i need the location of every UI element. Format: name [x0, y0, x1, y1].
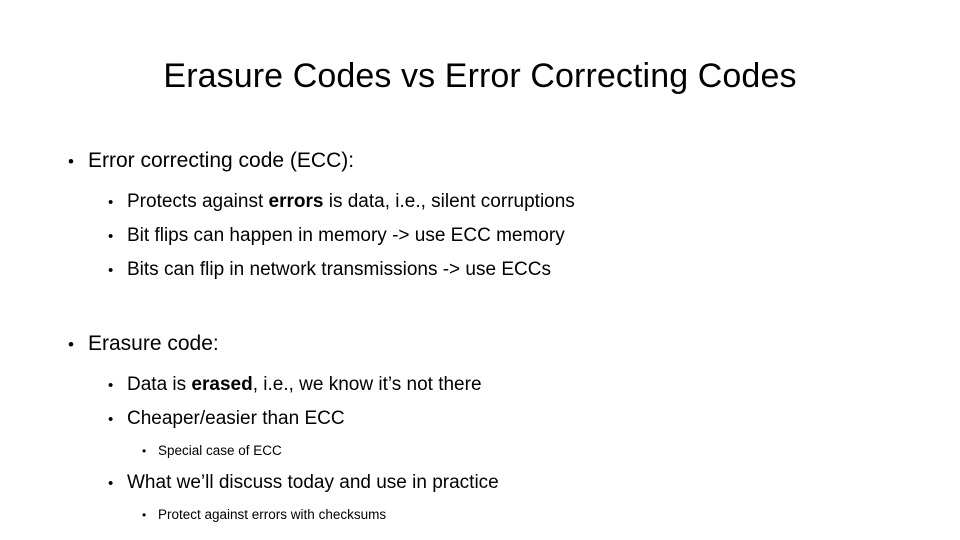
bullet-text-pre: Data is: [127, 374, 192, 395]
bullet-point-icon: •: [108, 475, 114, 492]
bullet-erasure-subitem-1: • Special case of ECC: [0, 436, 960, 466]
bullet-ecc-item-3: • Bits can flip in network transmissions…: [0, 253, 960, 287]
bullet-text-emphasis: erased: [191, 374, 253, 395]
slide: Erasure Codes vs Error Correcting Codes …: [0, 0, 960, 540]
bullet-ecc-heading: • Error correcting code (ECC):: [0, 146, 960, 177]
bullet-text-post: is data, i.e., silent corruptions: [323, 191, 575, 212]
bullet-text-pre: Protects against: [127, 191, 269, 212]
bullet-label: Error correcting code (ECC):: [88, 149, 355, 172]
slide-body: • Error correcting code (ECC): • Protect…: [0, 146, 960, 530]
bullet-erasure-subitem-2: • Protect against errors with checksums: [0, 500, 960, 530]
bullet-label: Special case of ECC: [158, 443, 282, 458]
bullet-text-post: , i.e., we know it’s not there: [252, 374, 482, 395]
bullet-label: Bit flips can happen in memory -> use EC…: [127, 225, 565, 246]
bullet-label: Protects against errors is data, i.e., s…: [127, 185, 575, 218]
bullet-label: Protect against errors with checksums: [158, 507, 387, 522]
bullet-erasure-heading: • Erasure code:: [0, 329, 960, 360]
bullet-ecc-item-1: • Protects against errors is data, i.e.,…: [0, 185, 960, 219]
bullet-point-icon: •: [108, 194, 114, 211]
bullet-erasure-item-3: • What we’ll discuss today and use in pr…: [0, 466, 960, 500]
bullet-label: Cheaper/easier than ECC: [127, 408, 345, 429]
bullet-point-icon: •: [142, 444, 147, 458]
bullet-label: Bits can flip in network transmissions -…: [127, 259, 551, 280]
bullet-point-icon: •: [142, 508, 147, 522]
bullet-point-icon: •: [108, 228, 114, 245]
bullet-point-icon: •: [108, 262, 114, 279]
bullet-point-icon: •: [68, 152, 74, 171]
bullet-point-icon: •: [108, 377, 114, 394]
bullet-text-emphasis: errors: [268, 191, 324, 212]
bullet-erasure-item-1: • Data is erased, i.e., we know it’s not…: [0, 368, 960, 402]
bullet-label: Data is erased, i.e., we know it’s not t…: [127, 368, 482, 401]
bullet-ecc-item-2: • Bit flips can happen in memory -> use …: [0, 219, 960, 253]
bullet-label: What we’ll discuss today and use in prac…: [127, 472, 499, 493]
bullet-erasure-item-2: • Cheaper/easier than ECC: [0, 402, 960, 436]
slide-title: Erasure Codes vs Error Correcting Codes: [163, 57, 797, 95]
blank-line-separator: [0, 287, 960, 329]
bullet-point-icon: •: [68, 335, 74, 354]
bullet-label: Erasure code:: [88, 332, 219, 355]
bullet-point-icon: •: [108, 411, 114, 428]
